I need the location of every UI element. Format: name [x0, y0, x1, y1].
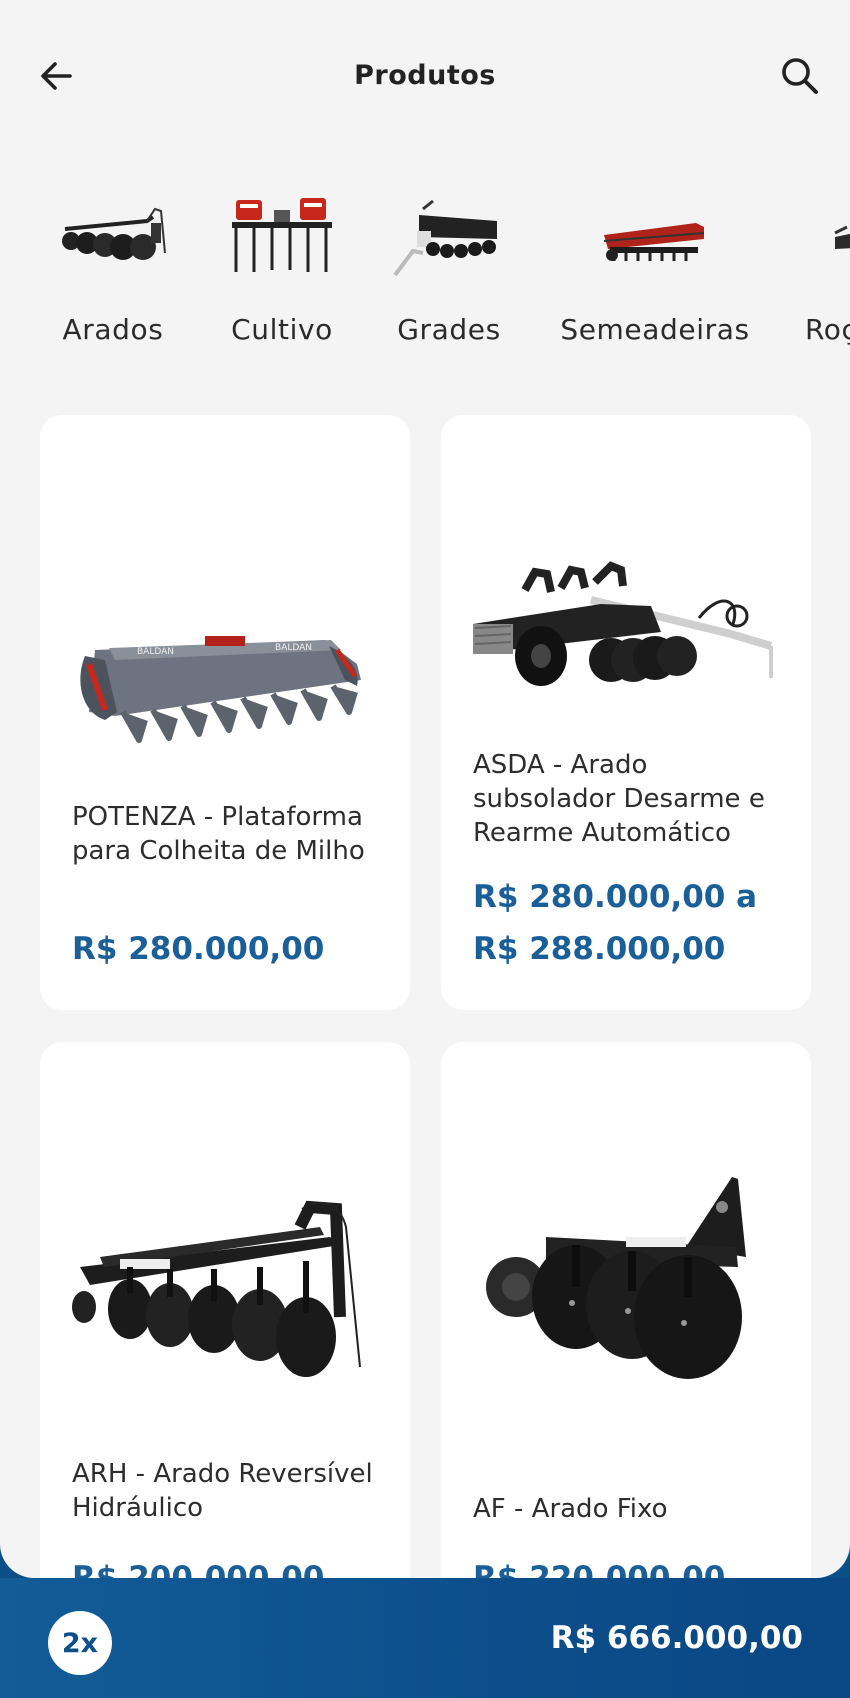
svg-text:BALDAN: BALDAN — [137, 647, 174, 657]
category-carousel[interactable]: Arados Cultivo Grades Semeadeiras Roç — [0, 180, 850, 360]
category-cultivo[interactable]: Cultivo — [222, 180, 342, 350]
category-label: Semeadeiras — [560, 313, 750, 346]
product-card[interactable]: ARH - Arado Reversível Hidráulico R$ 200… — [40, 1042, 410, 1578]
product-name: ASDA - Arado subsolador Desarme e Rearme… — [473, 750, 765, 848]
header: Produtos — [0, 0, 850, 160]
harrow-icon — [389, 180, 509, 290]
search-icon — [782, 58, 818, 94]
cart-total: R$ 666.000,00 — [550, 1620, 803, 1656]
category-label: Arados — [62, 313, 164, 346]
product-card[interactable]: ASDA - Arado subsolador Desarme e Rearme… — [441, 415, 811, 1010]
svg-text:BALDAN: BALDAN — [275, 643, 312, 653]
cultivator-icon — [222, 180, 342, 290]
category-label: Grades — [397, 313, 501, 346]
corn-header-icon: BALDAN BALDAN — [70, 565, 380, 805]
product-name: POTENZA - Plataforma para Colheita de Mi… — [72, 802, 365, 866]
product-name: AF - Arado Fixo — [473, 1494, 668, 1524]
content-sheet: Produtos Arados Cultivo Grades Semeadeir… — [0, 0, 850, 1578]
category-label: Cultivo — [231, 313, 333, 346]
category-rocadeiras[interactable]: Roçadeiras — [805, 180, 850, 350]
product-price: R$ 280.000,00 a — [473, 879, 758, 915]
mower-icon — [805, 180, 850, 290]
product-price-max: R$ 288.000,00 — [473, 931, 726, 967]
product-price: R$ 280.000,00 — [72, 931, 325, 967]
page-title: Produtos — [354, 60, 496, 91]
product-card[interactable]: AF - Arado Fixo R$ 220.000,00 — [441, 1042, 811, 1578]
app: Produtos Arados Cultivo Grades Semeadeir… — [0, 0, 850, 1698]
search-button[interactable] — [774, 50, 826, 102]
cart-count-badge[interactable]: 2x — [48, 1611, 112, 1675]
fixed-plow-icon — [471, 1157, 781, 1397]
product-price: R$ 220.000,00 — [473, 1560, 726, 1578]
product-price: R$ 200.000,00 — [72, 1560, 325, 1578]
category-grades[interactable]: Grades — [389, 180, 509, 350]
category-arados[interactable]: Arados — [53, 180, 173, 350]
product-card[interactable]: BALDAN BALDAN POTENZA - Plataforma para … — [40, 415, 410, 1010]
subsoiler-icon — [471, 510, 781, 750]
seeder-icon — [565, 180, 745, 290]
product-name: ARH - Arado Reversível Hidráulico — [72, 1459, 373, 1523]
category-semeadeiras[interactable]: Semeadeiras — [560, 180, 749, 350]
plow-icon — [53, 180, 173, 290]
category-label: Roçadeiras — [805, 313, 850, 346]
reversible-plow-icon — [70, 1172, 380, 1412]
